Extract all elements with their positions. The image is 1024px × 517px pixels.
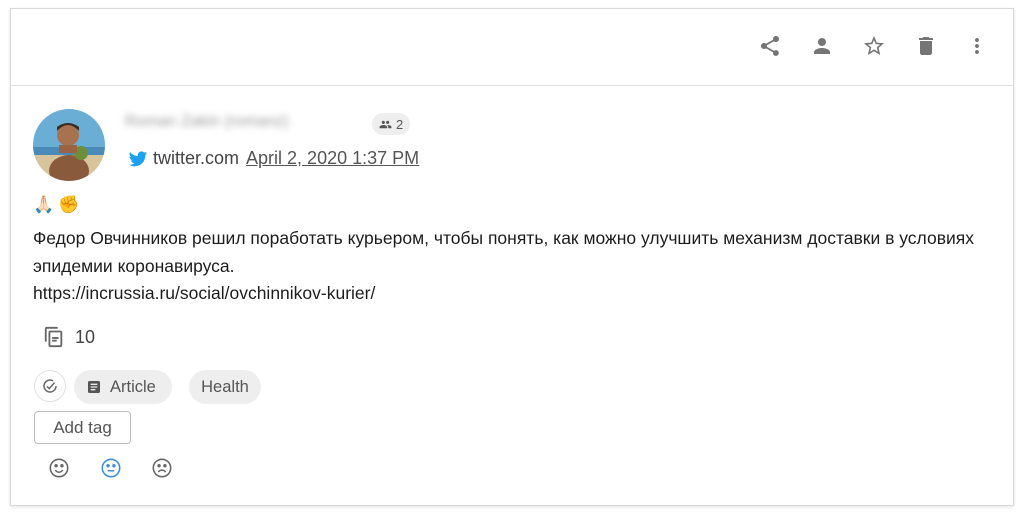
source-domain: twitter.com bbox=[153, 148, 240, 168]
raised-fist-emoji: ✊ bbox=[58, 195, 80, 214]
trash-icon bbox=[919, 37, 933, 55]
tag-chip-health[interactable]: Health bbox=[189, 370, 261, 404]
sentiment-neutral-button[interactable] bbox=[98, 455, 124, 481]
copies-counter[interactable]: 10 bbox=[43, 326, 95, 348]
category-chip-label: Article bbox=[110, 377, 156, 396]
check-circle-icon bbox=[43, 379, 57, 393]
share-button[interactable] bbox=[755, 31, 785, 61]
article-icon bbox=[88, 381, 100, 393]
post-text: Федор Овчинников решил поработать курьер… bbox=[33, 228, 975, 276]
emoji-row: 🙏🏻 ✊ bbox=[33, 195, 79, 215]
add-tag-button[interactable]: Add tag bbox=[34, 411, 131, 444]
post-source: twitter.com April 2, 2020 1:37 PM bbox=[127, 148, 419, 169]
twitter-icon bbox=[128, 150, 148, 166]
post-card: Roman Zakin (romanz) 2 twitter.com April… bbox=[10, 8, 1014, 506]
star-icon bbox=[864, 36, 884, 55]
author-avatar[interactable] bbox=[33, 109, 105, 181]
assign-user-button[interactable] bbox=[807, 31, 837, 61]
tag-chip-label: Health bbox=[201, 377, 249, 396]
more-options-button[interactable] bbox=[962, 31, 992, 61]
post-date-link[interactable]: April 2, 2020 1:37 PM bbox=[246, 148, 419, 169]
praying-hands-emoji: 🙏🏻 bbox=[33, 195, 55, 214]
copies-icon bbox=[44, 326, 63, 348]
delete-button[interactable] bbox=[911, 31, 941, 61]
neutral-face-icon bbox=[101, 458, 121, 478]
author-name[interactable]: Roman Zakin (romanz) bbox=[125, 113, 289, 131]
sentiment-negative-button[interactable] bbox=[149, 455, 175, 481]
copies-count: 10 bbox=[75, 326, 96, 347]
category-chip-article[interactable]: Article bbox=[74, 370, 172, 404]
group-count-badge[interactable]: 2 bbox=[372, 113, 411, 135]
sentiment-positive-button[interactable] bbox=[46, 455, 72, 481]
post-toolbar bbox=[11, 9, 1013, 86]
favorite-button[interactable] bbox=[859, 31, 889, 61]
avatar-photo bbox=[33, 109, 105, 181]
smile-icon bbox=[49, 458, 69, 478]
person-icon bbox=[814, 38, 830, 54]
share-icon bbox=[761, 36, 779, 56]
group-icon bbox=[379, 120, 392, 128]
post-body: Федор Овчинников решил поработать курьер… bbox=[33, 225, 993, 308]
categorize-button[interactable] bbox=[34, 370, 66, 402]
more-vert-icon bbox=[975, 38, 979, 54]
group-count: 2 bbox=[396, 116, 404, 132]
post-link[interactable]: https://incrussia.ru/social/ovchinnikov-… bbox=[33, 283, 375, 303]
sad-face-icon bbox=[152, 458, 172, 478]
